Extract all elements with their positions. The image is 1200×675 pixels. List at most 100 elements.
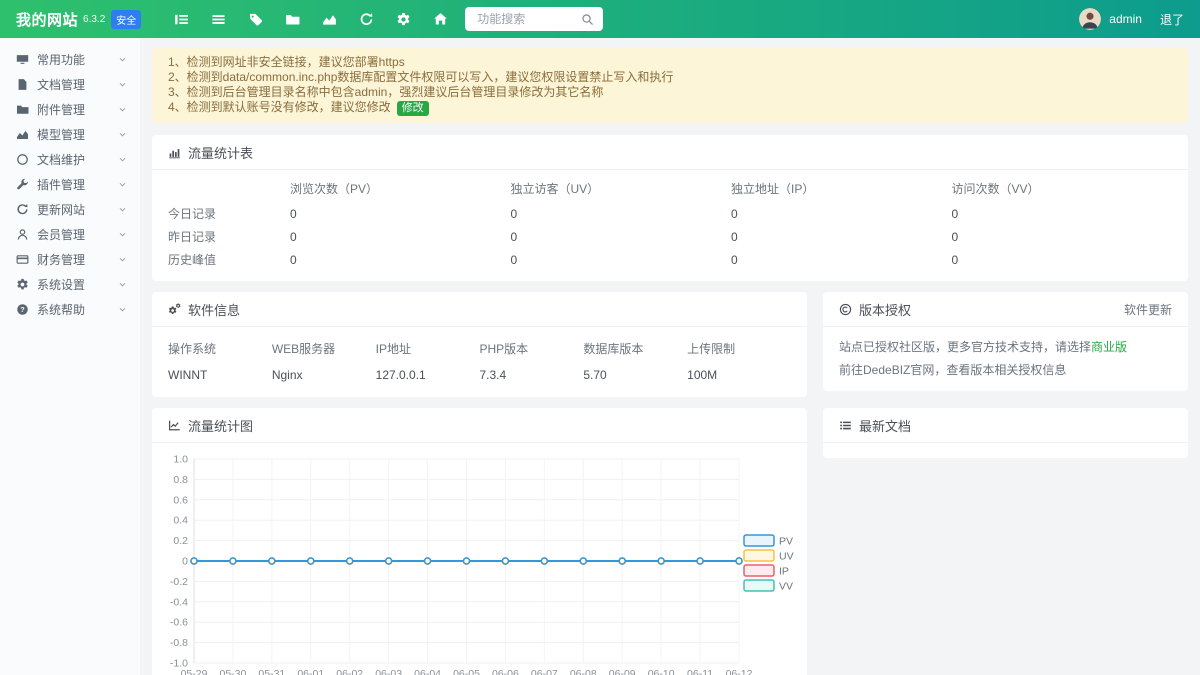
legend-item-VV[interactable]: VV [744, 580, 793, 593]
username-label[interactable]: admin [1109, 12, 1142, 26]
chart-icon [16, 128, 29, 141]
user-icon [16, 228, 29, 241]
legend-item-PV[interactable]: PV [744, 535, 793, 548]
refresh-icon [16, 203, 29, 216]
menu-icon[interactable] [200, 0, 237, 38]
sidebar-item-plugin[interactable]: 插件管理 [0, 172, 140, 197]
search-icon[interactable] [581, 13, 594, 26]
gear-icon [16, 278, 29, 291]
traffic-table-row: 昨日记录0000 [168, 225, 1172, 248]
x-tick-label: 06-09 [609, 668, 636, 675]
sidebar-item-file[interactable]: 文档管理 [0, 72, 140, 97]
sidebar-item-label: 文档维护 [37, 151, 118, 168]
chevron-down-icon [118, 255, 127, 264]
card-icon [16, 253, 29, 266]
question-icon [16, 303, 29, 316]
logout-link[interactable]: 退了 [1160, 11, 1184, 28]
home-icon[interactable] [422, 0, 459, 38]
sidebar-item-label: 常用功能 [37, 51, 118, 68]
modify-button[interactable]: 修改 [397, 101, 429, 116]
traffic-value: 0 [511, 207, 732, 221]
data-point-PV [619, 558, 625, 564]
x-tick-label: 06-08 [570, 668, 597, 675]
stream-icon[interactable] [163, 0, 200, 38]
tag-icon[interactable] [237, 0, 274, 38]
traffic-chart-body: 05-2905-3005-3106-0106-0206-0306-0406-05… [152, 443, 807, 675]
site-brand[interactable]: 我的网站 [16, 9, 78, 30]
sidebar-item-card[interactable]: 财务管理 [0, 247, 140, 272]
svg-text:PV: PV [779, 536, 793, 548]
sidebar-item-label: 更新网站 [37, 201, 118, 218]
x-tick-label: 06-07 [531, 668, 558, 675]
panel-title: 软件信息 [188, 300, 240, 319]
traffic-table-panel: 流量统计表 浏览次数（PV）独立访客（UV）独立地址（IP）访问次数（VV）今日… [152, 135, 1188, 281]
warning-line: 1、检测到网址非安全链接，建议您部署https [168, 55, 1172, 70]
monitor-icon [16, 53, 29, 66]
file-icon [16, 78, 29, 91]
column-header: 独立访客（UV） [511, 180, 732, 197]
traffic-value: 0 [511, 253, 732, 267]
data-point-PV [736, 558, 742, 564]
admin-dashboard: 我的网站 6.3.2 安全 admin 退了 常用功能文档管理附件管理模型管理文… [0, 0, 1200, 675]
y-tick-label: -0.4 [170, 596, 188, 608]
traffic-value: 0 [731, 207, 952, 221]
traffic-table: 浏览次数（PV）独立访客（UV）独立地址（IP）访问次数（VV）今日记录0000… [152, 170, 1188, 281]
sidebar-item-chart[interactable]: 模型管理 [0, 122, 140, 147]
legend-item-UV[interactable]: UV [744, 550, 794, 563]
x-tick-label: 06-03 [375, 668, 402, 675]
top-icon-menu [163, 0, 459, 38]
chevron-down-icon [118, 205, 127, 214]
sidebar-item-circle[interactable]: 文档维护 [0, 147, 140, 172]
security-badge[interactable]: 安全 [111, 10, 141, 29]
traffic-value: 0 [952, 253, 1173, 267]
folder-icon[interactable] [274, 0, 311, 38]
sidebar-item-label: 系统帮助 [37, 301, 118, 318]
software-update-link[interactable]: 软件更新 [1124, 301, 1172, 318]
y-tick-label: -1.0 [170, 658, 188, 670]
y-tick-label: 0.6 [173, 494, 188, 506]
chevron-down-icon [118, 105, 127, 114]
refresh-icon[interactable] [348, 0, 385, 38]
traffic-value: 0 [290, 207, 511, 221]
list-icon [839, 419, 852, 432]
sidebar-item-monitor[interactable]: 常用功能 [0, 47, 140, 72]
sidebar: 常用功能文档管理附件管理模型管理文档维护插件管理更新网站会员管理财务管理系统设置… [0, 38, 140, 675]
search-input[interactable] [475, 11, 581, 27]
sidebar-item-question[interactable]: 系统帮助 [0, 297, 140, 322]
data-point-PV [541, 558, 547, 564]
panel-header: 软件信息 [152, 292, 807, 327]
sidebar-item-label: 会员管理 [37, 226, 118, 243]
warning-text: 2、检测到data/common.inc.php数据库配置文件权限可以写入，建议… [168, 70, 673, 84]
gear-icon[interactable] [385, 0, 422, 38]
sidebar-item-gear[interactable]: 系统设置 [0, 272, 140, 297]
sidebar-item-folder[interactable]: 附件管理 [0, 97, 140, 122]
avatar[interactable] [1079, 8, 1101, 30]
sidebar-item-refresh[interactable]: 更新网站 [0, 197, 140, 222]
chevron-down-icon [118, 180, 127, 189]
panel-header: 版本授权 软件更新 [823, 292, 1188, 327]
chart-icon[interactable] [311, 0, 348, 38]
legend-item-IP[interactable]: IP [744, 565, 789, 578]
software-field: 上传限制100M [687, 340, 791, 382]
panel-header: 流量统计表 [152, 135, 1188, 170]
field-label: PHP版本 [480, 340, 584, 357]
software-field: WEB服务器Nginx [272, 340, 376, 382]
version-label: 6.3.2 [83, 14, 105, 25]
panel-title: 流量统计图 [188, 416, 253, 435]
svg-text:IP: IP [779, 566, 789, 578]
security-warning-alert: 1、检测到网址非安全链接，建议您部署https2、检测到data/common.… [152, 48, 1188, 123]
traffic-table-row: 今日记录0000 [168, 202, 1172, 225]
x-tick-label: 05-30 [219, 668, 246, 675]
traffic-table-row: 历史峰值0000 [168, 248, 1172, 271]
x-tick-label: 06-02 [336, 668, 363, 675]
panel-header: 流量统计图 [152, 408, 807, 443]
cogs-icon [168, 303, 181, 316]
sidebar-item-user[interactable]: 会员管理 [0, 222, 140, 247]
y-tick-label: -0.8 [170, 637, 188, 649]
plugin-icon [16, 178, 29, 191]
software-info-grid: 操作系统WINNTWEB服务器NginxIP地址127.0.0.1PHP版本7.… [152, 327, 807, 397]
commercial-edition-link[interactable]: 商业版 [1091, 340, 1127, 354]
field-label: 数据库版本 [583, 340, 687, 357]
warning-text: 3、检测到后台管理目录名称中包含admin，强烈建议后台管理目录修改为其它名称 [168, 85, 603, 99]
data-point-PV [269, 558, 275, 564]
